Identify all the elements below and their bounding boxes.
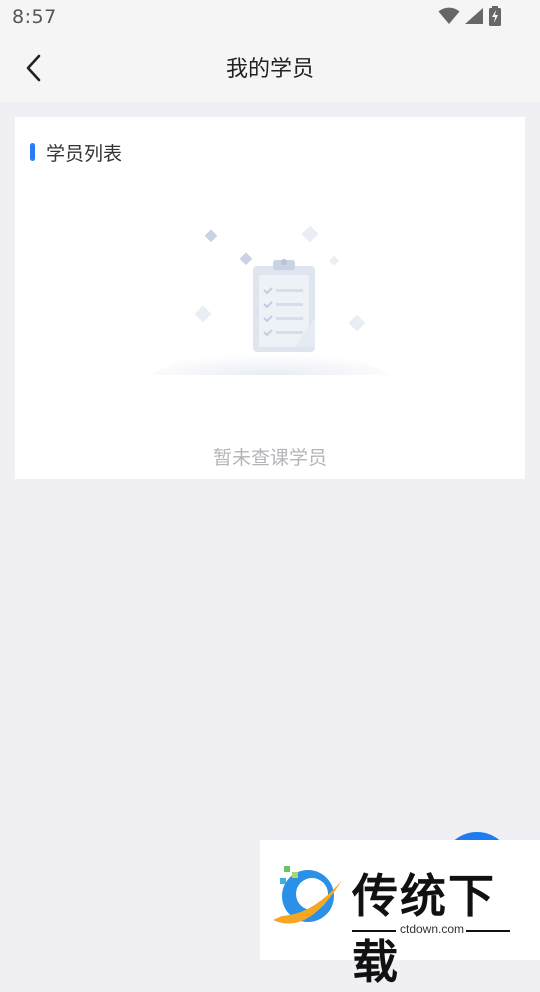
watermark: 传统下载 ctdown.com [260, 840, 540, 989]
back-button[interactable] [14, 50, 54, 90]
card-title: 学员列表 [46, 142, 123, 165]
empty-state-text: 暂未查课学员 [212, 447, 327, 469]
page-title: 我的学员 [225, 57, 314, 82]
accent-bar [30, 143, 35, 161]
watermark-url: ctdown.com [400, 922, 465, 936]
status-icons [438, 6, 502, 30]
card-header: 学员列表 [30, 139, 122, 165]
app-header: 我的学员 [0, 38, 540, 102]
student-list-card: 学员列表 暂未查课学员 [15, 117, 525, 479]
status-time: 8:57 [12, 6, 57, 28]
watermark-line-right [466, 930, 510, 932]
wifi-icon [438, 7, 460, 29]
watermark-line-left [352, 930, 396, 932]
signal-icon [464, 7, 484, 29]
chevron-left-icon [23, 53, 45, 87]
brand-logo-icon [268, 858, 346, 940]
battery-charging-icon [488, 6, 502, 30]
clipboard-empty-icon [145, 217, 395, 387]
status-bar: 8:57 [0, 0, 540, 38]
